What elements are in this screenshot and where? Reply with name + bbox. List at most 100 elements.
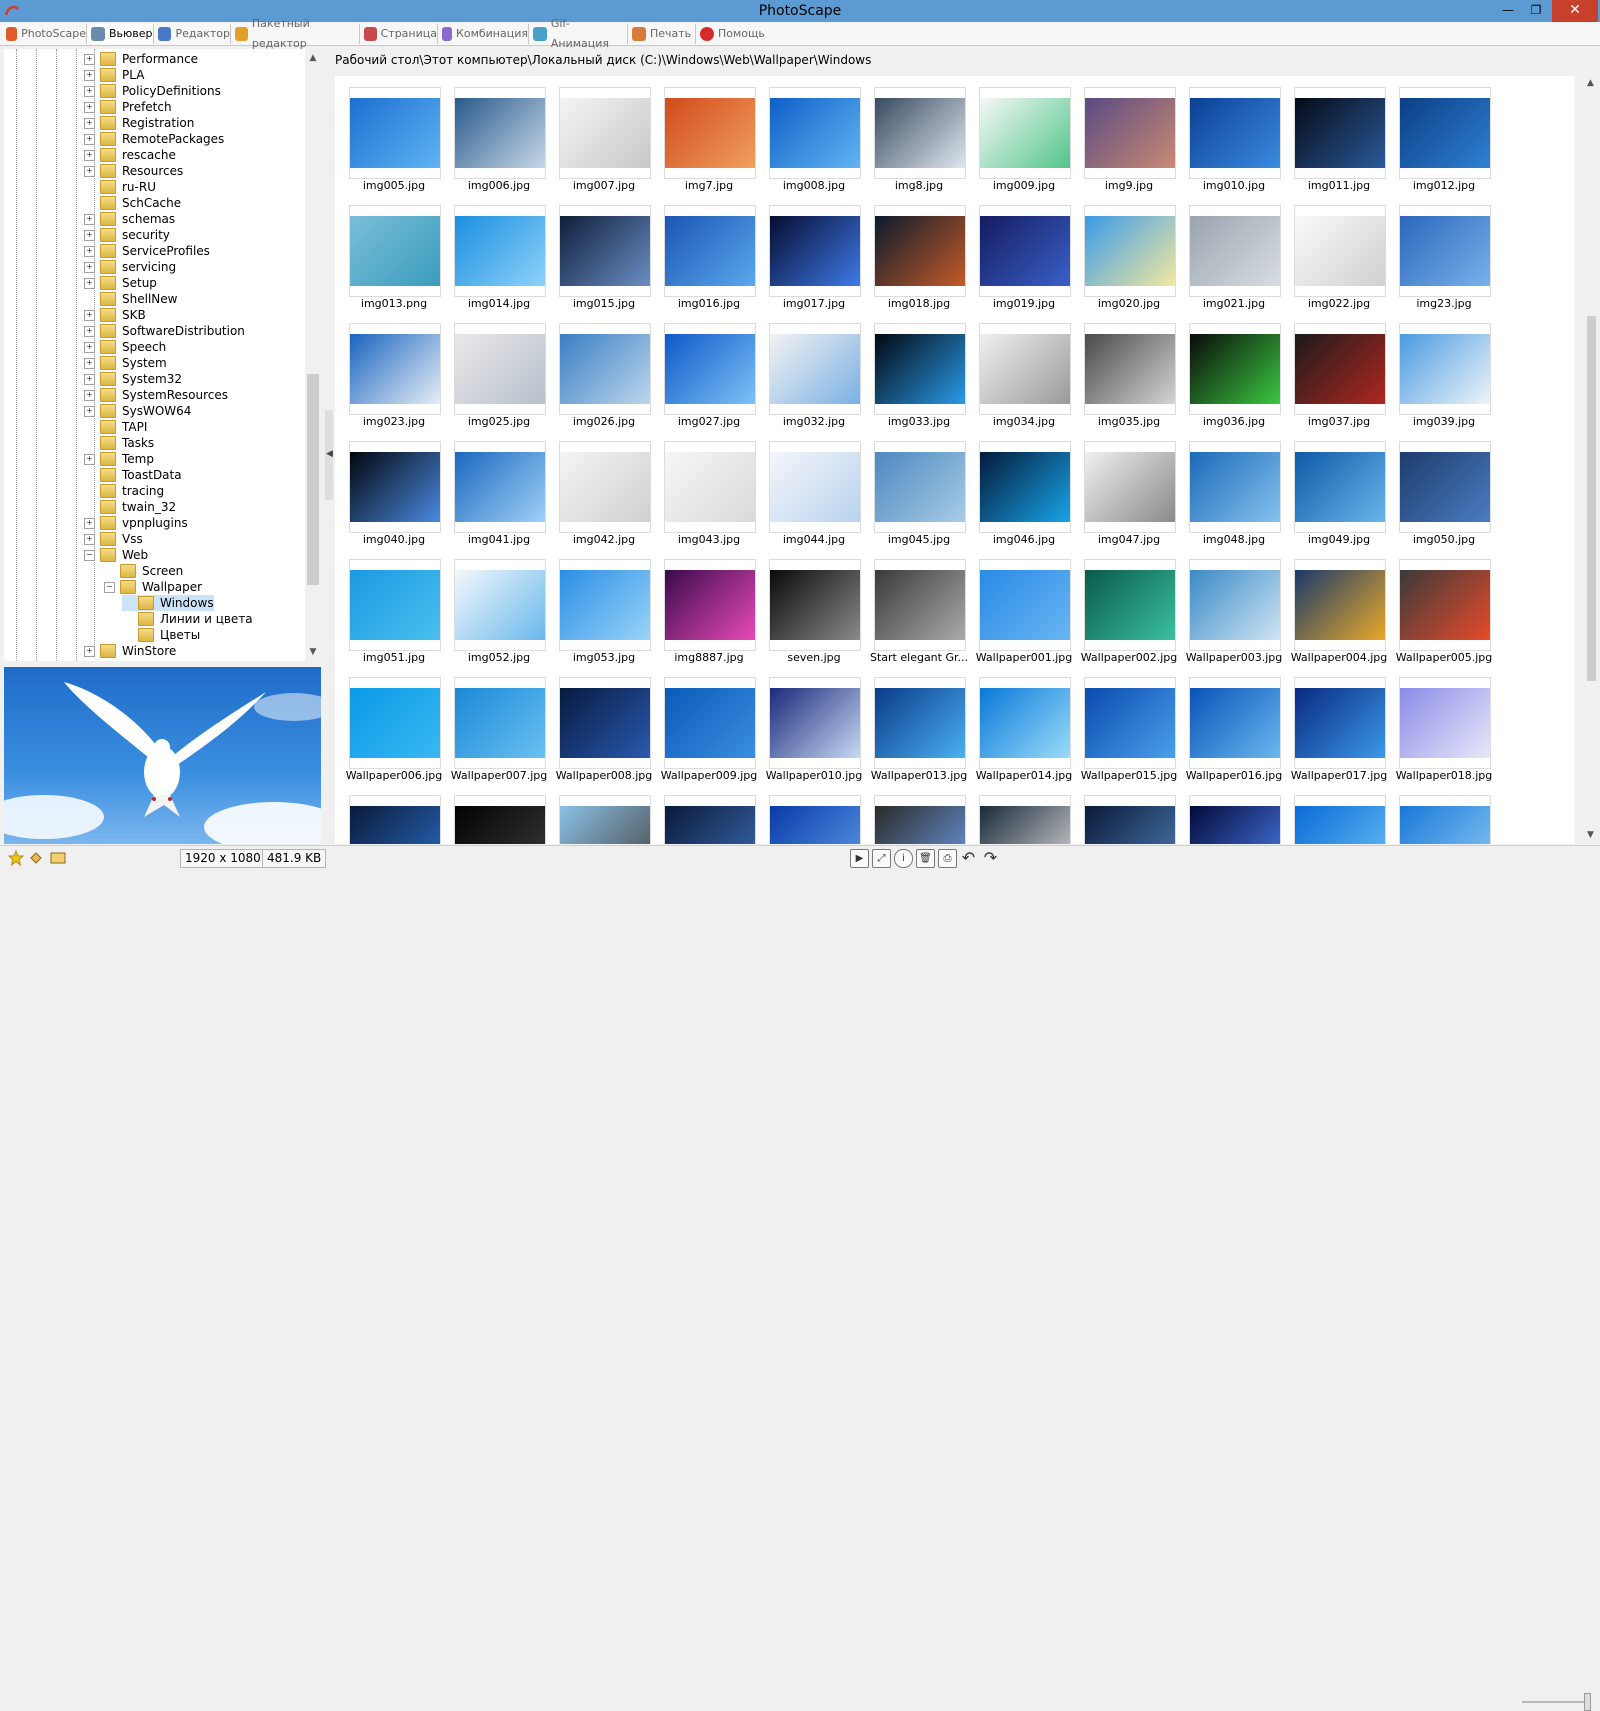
expand-icon[interactable]: +	[84, 309, 95, 321]
tab-batch-editor[interactable]: Пакетный редактор	[231, 17, 360, 50]
thumbnail-item[interactable]: img039.jpg	[1399, 323, 1504, 441]
scroll-up-icon[interactable]: ▲	[1587, 78, 1594, 88]
thumbnail-item[interactable]	[1189, 795, 1294, 844]
thumbnail-item[interactable]: Wallpaper015.jpg	[1081, 677, 1189, 795]
expand-icon[interactable]: +	[84, 341, 95, 353]
tree-node[interactable]: + Resources	[84, 163, 183, 179]
tree-node[interactable]: + Setup	[84, 275, 157, 291]
zoom-slider-track[interactable]	[1522, 1701, 1588, 1703]
expand-icon[interactable]: +	[84, 405, 95, 417]
thumbnail-item[interactable]	[349, 795, 454, 844]
thumbnail-item[interactable]: img034.jpg	[979, 323, 1084, 441]
tree-node[interactable]: Windows	[122, 595, 214, 611]
expand-icon[interactable]: +	[84, 117, 95, 129]
delete-icon[interactable]: 🗑	[916, 849, 935, 868]
fullscreen-icon[interactable]: ⤢	[872, 849, 891, 868]
thumbnail-item[interactable]: img047.jpg	[1084, 441, 1189, 559]
thumbnail-item[interactable]: Wallpaper008.jpg	[556, 677, 664, 795]
thumbnail-item[interactable]: img041.jpg	[454, 441, 559, 559]
collapse-icon[interactable]: −	[104, 581, 115, 593]
thumbnail-item[interactable]: img018.jpg	[874, 205, 979, 323]
tree-node[interactable]: − Web	[84, 547, 148, 563]
thumbnail-item[interactable]: Wallpaper002.jpg	[1081, 559, 1189, 677]
thumbnail-item[interactable]	[874, 795, 979, 844]
thumbnail-item[interactable]: img048.jpg	[1189, 441, 1294, 559]
expand-icon[interactable]: +	[84, 245, 95, 257]
thumbnail-item[interactable]: Wallpaper001.jpg	[976, 559, 1084, 677]
expand-icon[interactable]: +	[84, 645, 95, 657]
thumbnail-item[interactable]: img008.jpg	[769, 87, 874, 205]
expand-icon[interactable]: +	[84, 85, 95, 97]
tree-node[interactable]: TAPI	[84, 419, 147, 435]
thumbnail-item[interactable]: img045.jpg	[874, 441, 979, 559]
thumbnail-item[interactable]: img026.jpg	[559, 323, 664, 441]
tree-scrollbar[interactable]: ▲ ▼	[305, 49, 321, 661]
thumbnail-item[interactable]: img006.jpg	[454, 87, 559, 205]
slideshow-icon[interactable]	[50, 850, 66, 866]
thumbnail-item[interactable]: seven.jpg	[769, 559, 874, 677]
play-icon[interactable]: ▶	[850, 849, 869, 868]
minimize-button[interactable]: —	[1494, 0, 1522, 22]
thumbnail-item[interactable]: Wallpaper005.jpg	[1396, 559, 1504, 677]
tree-node[interactable]: + SKB	[84, 307, 146, 323]
thumbnail-item[interactable]	[769, 795, 874, 844]
rotate-right-icon[interactable]: ↷	[982, 849, 999, 866]
thumbnail-item[interactable]: img033.jpg	[874, 323, 979, 441]
tree-node[interactable]: twain_32	[84, 499, 176, 515]
thumbnail-item[interactable]	[454, 795, 559, 844]
tab-help[interactable]: Помощь	[696, 24, 766, 44]
rotate-left-icon[interactable]: ↶	[960, 849, 977, 866]
thumbnail-item[interactable]: img046.jpg	[979, 441, 1084, 559]
thumbnail-item[interactable]: Wallpaper018.jpg	[1396, 677, 1504, 795]
tree-node[interactable]: + SystemResources	[84, 387, 228, 403]
tree-node[interactable]: Screen	[104, 563, 183, 579]
expand-icon[interactable]: +	[84, 261, 95, 273]
thumbnail-item[interactable]: img042.jpg	[559, 441, 664, 559]
thumbnail-item[interactable]: Wallpaper014.jpg	[976, 677, 1084, 795]
thumbnail-item[interactable]: img044.jpg	[769, 441, 874, 559]
expand-icon[interactable]: +	[84, 517, 95, 529]
tree-node[interactable]: + PLA	[84, 67, 144, 83]
tree-node[interactable]: ShellNew	[84, 291, 177, 307]
thumbnail-item[interactable]: img020.jpg	[1084, 205, 1189, 323]
tree-node[interactable]: Цветы	[122, 627, 200, 643]
tree-node[interactable]: + Speech	[84, 339, 166, 355]
tree-node[interactable]: + Registration	[84, 115, 194, 131]
scroll-down-icon[interactable]: ▼	[308, 647, 318, 657]
rotate-icon[interactable]	[28, 850, 44, 866]
expand-icon[interactable]: +	[84, 533, 95, 545]
tab-photoscape[interactable]: PhotoScape	[2, 24, 87, 44]
thumbnail-item[interactable]: img040.jpg	[349, 441, 454, 559]
thumbnail-item[interactable]	[979, 795, 1084, 844]
tree-node[interactable]: + SoftwareDistribution	[84, 323, 245, 339]
thumbnail-item[interactable]: Wallpaper010.jpg	[766, 677, 874, 795]
collapse-left-icon[interactable]: ◀	[326, 449, 333, 459]
expand-icon[interactable]: +	[84, 229, 95, 241]
grid-scrollbar[interactable]: ▲ ▼	[1583, 76, 1600, 844]
grid-scroll-thumb[interactable]	[1587, 316, 1596, 681]
thumbnail-item[interactable]: img022.jpg	[1294, 205, 1399, 323]
thumbnail-item[interactable]: img051.jpg	[349, 559, 454, 677]
thumbnail-item[interactable]: img050.jpg	[1399, 441, 1504, 559]
thumbnail-item[interactable]	[559, 795, 664, 844]
tree-node[interactable]: + Prefetch	[84, 99, 172, 115]
thumbnail-item[interactable]: img015.jpg	[559, 205, 664, 323]
thumbnail-item[interactable]: Wallpaper007.jpg	[451, 677, 559, 795]
expand-icon[interactable]: +	[84, 165, 95, 177]
expand-icon[interactable]: +	[84, 277, 95, 289]
thumbnail-item[interactable]	[1399, 795, 1504, 844]
thumbnail-item[interactable]: img032.jpg	[769, 323, 874, 441]
tree-node[interactable]: + ServiceProfiles	[84, 243, 210, 259]
thumbnail-item[interactable]: img027.jpg	[664, 323, 769, 441]
tree-node[interactable]: + PolicyDefinitions	[84, 83, 221, 99]
thumbnail-item[interactable]: Wallpaper004.jpg	[1291, 559, 1399, 677]
thumbnail-item[interactable]: img010.jpg	[1189, 87, 1294, 205]
folder-tree[interactable]: + Performance + PLA + PolicyDefinitions + Prefe…	[4, 49, 321, 661]
expand-icon[interactable]: +	[84, 213, 95, 225]
scroll-up-icon[interactable]: ▲	[308, 53, 318, 63]
thumbnail-item[interactable]: img021.jpg	[1189, 205, 1294, 323]
tree-node[interactable]: + servicing	[84, 259, 176, 275]
thumbnail-item[interactable]: img036.jpg	[1189, 323, 1294, 441]
thumbnail-item[interactable]: img009.jpg	[979, 87, 1084, 205]
tree-node[interactable]: + rescache	[84, 147, 176, 163]
